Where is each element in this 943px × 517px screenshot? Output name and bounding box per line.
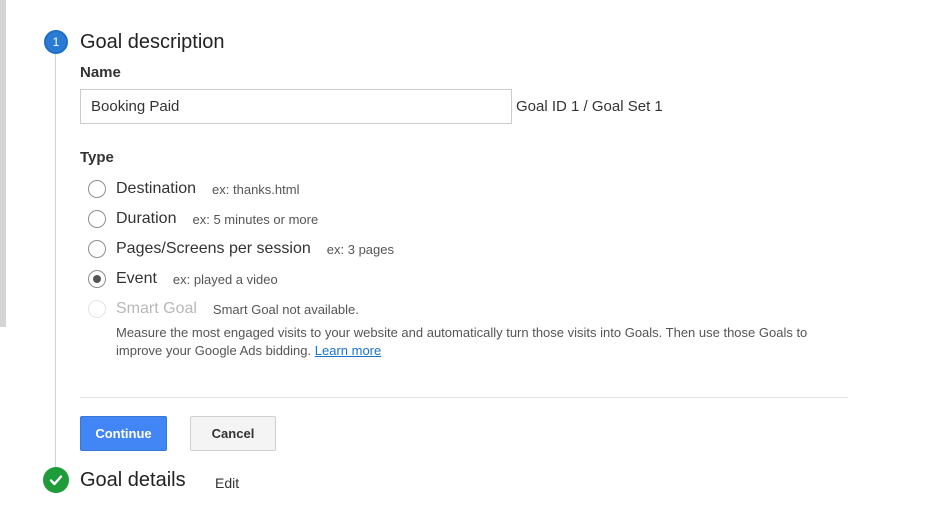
- type-option-duration[interactable]: Duration ex: 5 minutes or more: [88, 210, 318, 228]
- goal-id-text: Goal ID 1 / Goal Set 1: [516, 98, 663, 115]
- cancel-button[interactable]: Cancel: [190, 416, 276, 451]
- smart-goal-description-text: Measure the most engaged visits to your …: [116, 325, 808, 358]
- option-hint: ex: played a video: [172, 271, 278, 287]
- step-number-badge: 1: [44, 30, 68, 54]
- type-option-destination[interactable]: Destination ex: thanks.html: [88, 180, 299, 198]
- radio-pages-per-session[interactable]: [88, 240, 106, 258]
- type-label: Type: [80, 149, 114, 166]
- radio-smart-goal: [88, 300, 106, 318]
- option-hint: ex: 5 minutes or more: [192, 211, 319, 227]
- edit-goal-details-link[interactable]: Edit: [215, 475, 239, 491]
- option-hint: ex: 3 pages: [326, 241, 394, 257]
- left-panel-edge: [0, 0, 6, 327]
- checkmark-icon: [49, 475, 63, 486]
- option-label: Event: [116, 270, 157, 287]
- radio-duration[interactable]: [88, 210, 106, 228]
- step-complete-badge: [43, 467, 69, 493]
- goal-name-input[interactable]: [80, 89, 512, 124]
- name-label: Name: [80, 64, 121, 81]
- option-label: Duration: [116, 210, 177, 227]
- type-option-event[interactable]: Event ex: played a video: [88, 270, 278, 288]
- goal-details-title: Goal details: [80, 469, 186, 491]
- goal-description-title: Goal description: [80, 31, 225, 53]
- option-hint: ex: thanks.html: [212, 181, 300, 197]
- learn-more-link[interactable]: Learn more: [315, 343, 381, 358]
- option-hint: Smart Goal not available.: [212, 301, 359, 317]
- step-number: 1: [52, 35, 60, 49]
- radio-event[interactable]: [88, 270, 106, 288]
- type-option-pages-per-session[interactable]: Pages/Screens per session ex: 3 pages: [88, 240, 394, 258]
- step-timeline-line: [55, 54, 56, 468]
- section-divider: [80, 397, 848, 398]
- radio-destination[interactable]: [88, 180, 106, 198]
- smart-goal-description: Measure the most engaged visits to your …: [116, 324, 836, 360]
- option-label: Pages/Screens per session: [116, 240, 311, 257]
- type-option-smart-goal: Smart Goal Smart Goal not available.: [88, 300, 359, 318]
- option-label: Smart Goal: [116, 300, 197, 317]
- option-label: Destination: [116, 180, 197, 197]
- continue-button[interactable]: Continue: [80, 416, 167, 451]
